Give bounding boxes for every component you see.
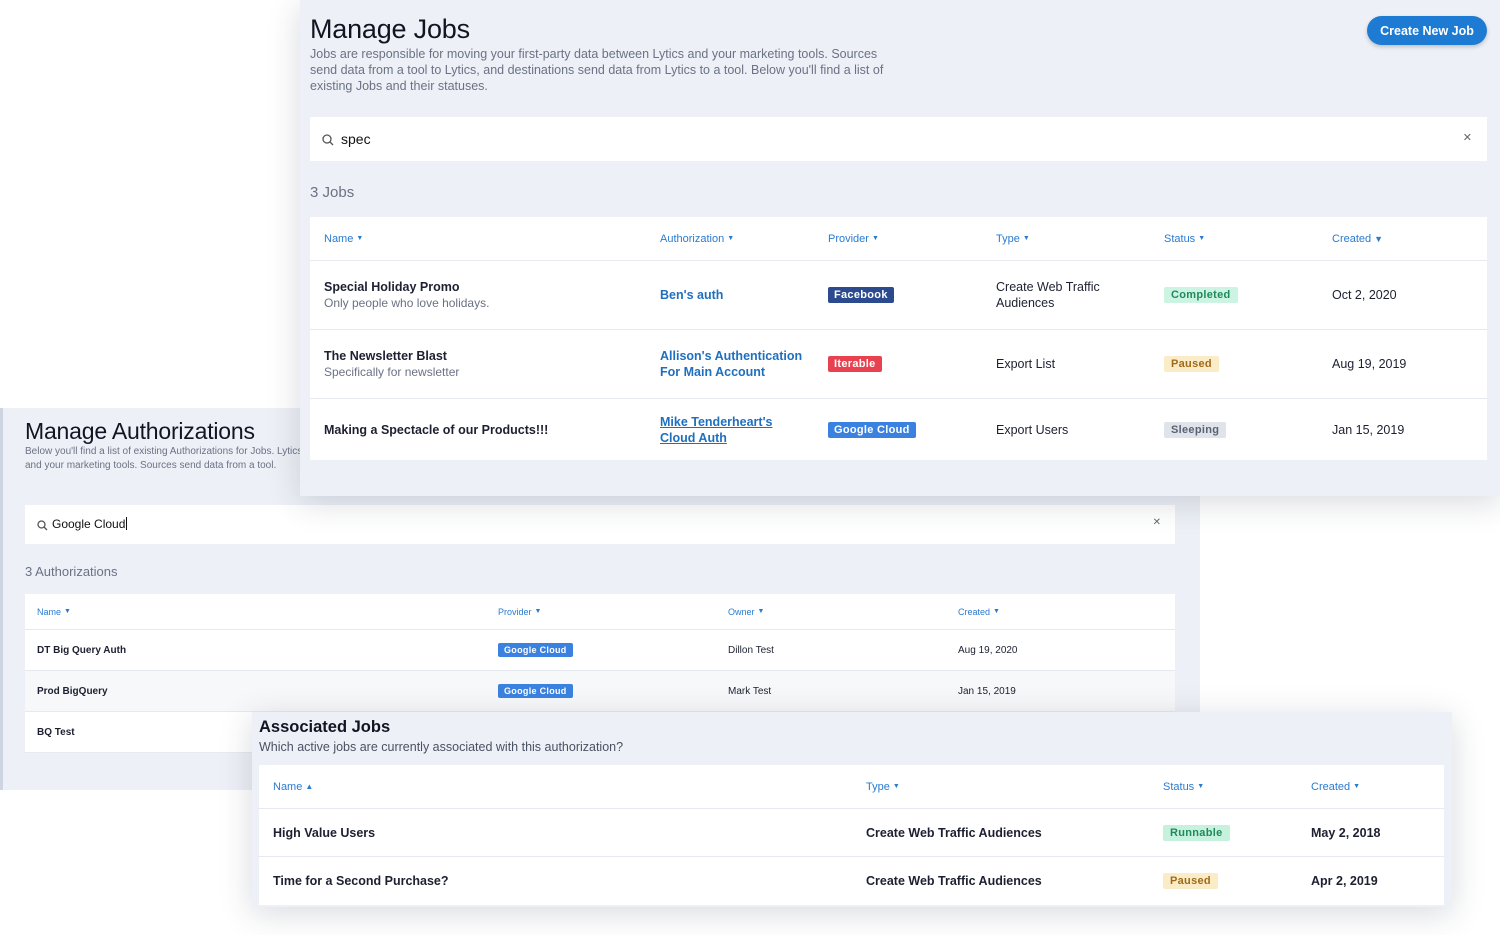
create-new-job-button[interactable]: Create New Job [1367, 16, 1487, 45]
job-name: Special Holiday Promo [324, 280, 460, 294]
table-row[interactable]: Special Holiday Promo Only people who lo… [310, 261, 1487, 330]
status-badge: Paused [1163, 873, 1218, 889]
column-header-name[interactable]: Name ▼ [324, 217, 363, 260]
caret-down-icon: ▼ [993, 608, 1000, 615]
job-subtitle: Specifically for newsletter [324, 365, 460, 379]
status-badge: Sleeping [1164, 421, 1227, 438]
job-created: Jan 15, 2019 [1332, 422, 1405, 437]
column-header-name[interactable]: Name ▼ [37, 594, 71, 629]
job-subtitle: Only people who love holidays. [324, 296, 490, 310]
table-row[interactable]: Time for a Second Purchase? Create Web T… [259, 857, 1444, 905]
auth-name: Prod BigQuery [37, 685, 108, 697]
associated-jobs-table: Name ▲ Type ▼ Status ▼ Created ▼ High Value … [259, 765, 1444, 905]
caret-down-icon: ▼ [757, 608, 765, 615]
provider-badge: Google Cloud [498, 643, 573, 657]
job-type: Create Web Traffic Audiences [866, 874, 1042, 888]
table-header: Name ▲ Type ▼ Status ▼ Created ▼ [259, 765, 1444, 809]
auth-owner: Mark Test [728, 685, 772, 697]
provider-badge: Google Cloud [828, 421, 916, 438]
table-header: Name ▼ Authorization ▼ Provider ▼ Type ▼ Sta… [310, 217, 1487, 261]
search-bar[interactable]: Google Cloud ✕ [25, 505, 1175, 544]
search-icon [322, 133, 334, 151]
caret-down-icon: ▼ [727, 235, 735, 242]
status-badge: Completed [1164, 287, 1238, 303]
caret-down-icon: ▼ [64, 608, 71, 615]
job-created: Aug 19, 2019 [1332, 357, 1407, 371]
status-badge: Runnable [1163, 824, 1230, 841]
column-header-authorization[interactable]: Authorization ▼ [660, 217, 734, 260]
job-type: Create Web Traffic Audiences [866, 825, 1042, 840]
auth-created: Aug 19, 2020 [958, 644, 1018, 656]
column-header-created[interactable]: Created ▼ [1332, 217, 1383, 260]
column-header-provider[interactable]: Provider ▼ [828, 217, 879, 260]
caret-down-icon: ▼ [534, 608, 542, 615]
authorization-link[interactable]: Allison's Authentication For Main Accoun… [660, 348, 810, 380]
caret-down-icon: ▼ [1197, 783, 1205, 790]
auth-owner: Dillon Test [728, 644, 774, 656]
job-name: The Newsletter Blast [324, 349, 447, 363]
job-type: Create Web Traffic Audiences [996, 280, 1100, 310]
job-type: Export Users [996, 422, 1069, 437]
authorization-link[interactable]: Ben's auth [660, 287, 723, 303]
column-header-created[interactable]: Created ▼ [1311, 765, 1360, 808]
status-badge: Paused [1164, 356, 1219, 372]
job-name: Making a Spectacle of our Products!!! [324, 422, 549, 437]
column-header-status[interactable]: Status ▼ [1163, 765, 1204, 808]
page-description: Below you'll find a list of existing Aut… [25, 446, 303, 471]
table-row[interactable]: The Newsletter Blast Specifically for ne… [310, 330, 1487, 399]
auth-created: Jan 15, 2019 [958, 685, 1016, 697]
job-created: May 2, 2018 [1311, 825, 1381, 840]
job-name: High Value Users [273, 825, 376, 840]
column-header-created[interactable]: Created ▼ [958, 594, 1000, 629]
column-header-status[interactable]: Status ▼ [1164, 217, 1205, 260]
page-title: Manage Authorizations [25, 418, 255, 444]
section-description: Which active jobs are currently associat… [259, 740, 624, 754]
search-input[interactable]: Google Cloud [52, 517, 128, 531]
column-header-owner[interactable]: Owner ▼ [728, 594, 764, 629]
provider-badge: Facebook [828, 287, 894, 303]
caret-down-icon: ▼ [871, 235, 879, 242]
section-title: Associated Jobs [259, 718, 391, 736]
table-row[interactable]: Making a Spectacle of our Products!!! Mi… [310, 399, 1487, 460]
associated-jobs-panel: Associated Jobs Which active jobs are cu… [252, 712, 1452, 907]
column-header-type[interactable]: Type ▼ [996, 217, 1030, 260]
provider-badge: Iterable [828, 356, 882, 372]
column-header-name[interactable]: Name ▲ [273, 765, 313, 808]
close-icon[interactable]: ✕ [1153, 517, 1161, 528]
job-created: Oct 2, 2020 [1332, 288, 1397, 302]
job-type: Export List [996, 357, 1056, 371]
jobs-table: Name ▼ Authorization ▼ Provider ▼ Type ▼ Sta… [310, 217, 1487, 460]
table-row[interactable]: DT Big Query Auth Google Cloud Dillon Te… [25, 630, 1175, 671]
caret-down-icon: ▼ [1374, 233, 1384, 244]
caret-down-icon: ▼ [1353, 783, 1361, 790]
authorization-link[interactable]: Mike Tenderheart's Cloud Auth [660, 414, 790, 446]
auth-name: DT Big Query Auth [37, 644, 127, 656]
caret-up-icon: ▲ [305, 782, 314, 791]
table-row[interactable]: High Value Users Create Web Traffic Audi… [259, 809, 1444, 857]
search-icon [37, 518, 48, 536]
manage-jobs-panel: Manage Jobs Jobs are responsible for mov… [300, 0, 1500, 496]
job-created: Apr 2, 2019 [1311, 874, 1378, 888]
result-count: 3 Jobs [310, 184, 355, 201]
column-header-type[interactable]: Type ▼ [866, 765, 900, 808]
caret-down-icon: ▼ [892, 783, 900, 790]
caret-down-icon: ▼ [1022, 235, 1030, 242]
caret-down-icon: ▼ [1198, 235, 1206, 242]
search-input[interactable]: spec [341, 131, 371, 147]
result-count: 3 Authorizations [25, 564, 118, 579]
table-header: Name ▼ Provider ▼ Owner ▼ Created ▼ [25, 594, 1175, 630]
close-icon[interactable]: ✕ [1463, 131, 1472, 144]
page-description: Jobs are responsible for moving your fir… [310, 47, 884, 93]
page-title: Manage Jobs [310, 14, 470, 44]
column-header-provider[interactable]: Provider ▼ [498, 594, 541, 629]
caret-down-icon: ▼ [356, 235, 364, 242]
auth-name: BQ Test [37, 726, 75, 738]
job-name: Time for a Second Purchase? [273, 874, 449, 888]
provider-badge: Google Cloud [498, 684, 573, 698]
search-bar[interactable]: spec ✕ [310, 117, 1487, 161]
table-row[interactable]: Prod BigQuery Google Cloud Mark Test Jan… [25, 671, 1175, 712]
